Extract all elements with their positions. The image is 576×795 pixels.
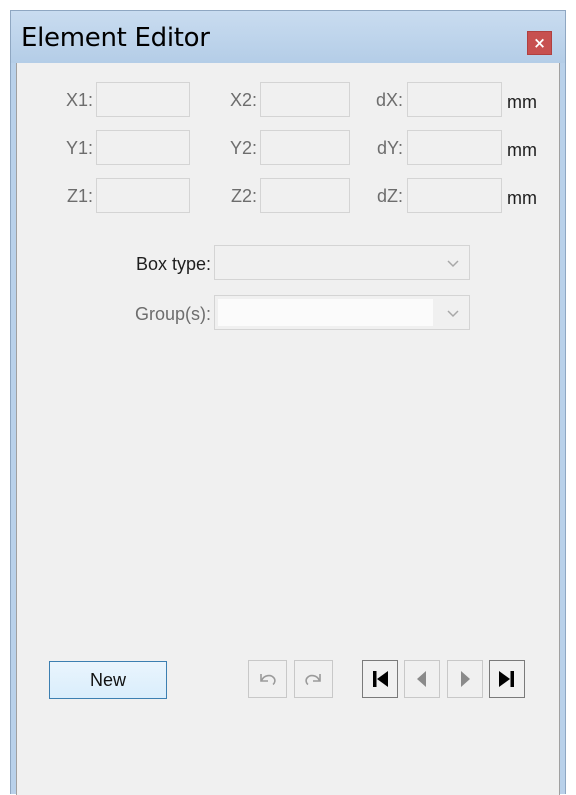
x1-label: X1: bbox=[65, 90, 93, 110]
x1-field[interactable] bbox=[96, 82, 190, 117]
z2-field[interactable] bbox=[260, 178, 350, 213]
dx-field[interactable] bbox=[407, 82, 502, 117]
box-type-label: Box type: bbox=[135, 254, 211, 274]
first-record-icon bbox=[373, 671, 388, 687]
previous-record-button[interactable] bbox=[404, 660, 440, 698]
chevron-down-icon bbox=[447, 310, 459, 318]
dy-unit: mm bbox=[507, 140, 537, 160]
dz-label: dZ: bbox=[376, 186, 403, 206]
z1-label: Z1: bbox=[66, 186, 93, 206]
x2-label: X2: bbox=[229, 90, 257, 110]
y1-label: Y1: bbox=[65, 138, 93, 158]
x2-field[interactable] bbox=[260, 82, 350, 117]
next-record-button[interactable] bbox=[447, 660, 483, 698]
undo-button[interactable] bbox=[248, 660, 287, 698]
undo-icon bbox=[260, 674, 276, 686]
dz-unit: mm bbox=[507, 188, 537, 208]
next-record-icon bbox=[461, 671, 470, 687]
groups-value bbox=[218, 299, 433, 326]
y1-field[interactable] bbox=[96, 130, 190, 165]
window-title: Element Editor bbox=[21, 23, 210, 53]
dx-unit: mm bbox=[507, 92, 537, 112]
dx-label: dX: bbox=[375, 90, 403, 110]
dz-field[interactable] bbox=[407, 178, 502, 213]
box-type-value bbox=[218, 249, 433, 276]
dy-field[interactable] bbox=[407, 130, 502, 165]
editor-panel: X1: X2: dX: mm Y1: Y2: dY: mm Z1: Z2: dZ… bbox=[16, 63, 560, 795]
y2-field[interactable] bbox=[260, 130, 350, 165]
title-bar[interactable]: Element Editor × bbox=[11, 11, 565, 63]
close-icon: × bbox=[533, 34, 546, 52]
y2-label: Y2: bbox=[229, 138, 257, 158]
redo-icon bbox=[305, 674, 321, 686]
redo-button[interactable] bbox=[294, 660, 333, 698]
chevron-down-icon bbox=[447, 260, 459, 268]
box-type-select[interactable] bbox=[214, 245, 470, 280]
z2-label: Z2: bbox=[230, 186, 257, 206]
groups-select[interactable] bbox=[214, 295, 470, 330]
groups-label: Group(s): bbox=[134, 304, 211, 324]
element-editor-window: Element Editor × X1: X2: dX: mm Y1: Y2: … bbox=[10, 10, 566, 795]
first-record-button[interactable] bbox=[362, 660, 398, 698]
z1-field[interactable] bbox=[96, 178, 190, 213]
close-button[interactable]: × bbox=[527, 31, 552, 55]
dy-label: dY: bbox=[376, 138, 403, 158]
previous-record-icon bbox=[417, 671, 426, 687]
new-button[interactable]: New bbox=[49, 661, 167, 699]
last-record-icon bbox=[499, 671, 514, 687]
last-record-button[interactable] bbox=[489, 660, 525, 698]
